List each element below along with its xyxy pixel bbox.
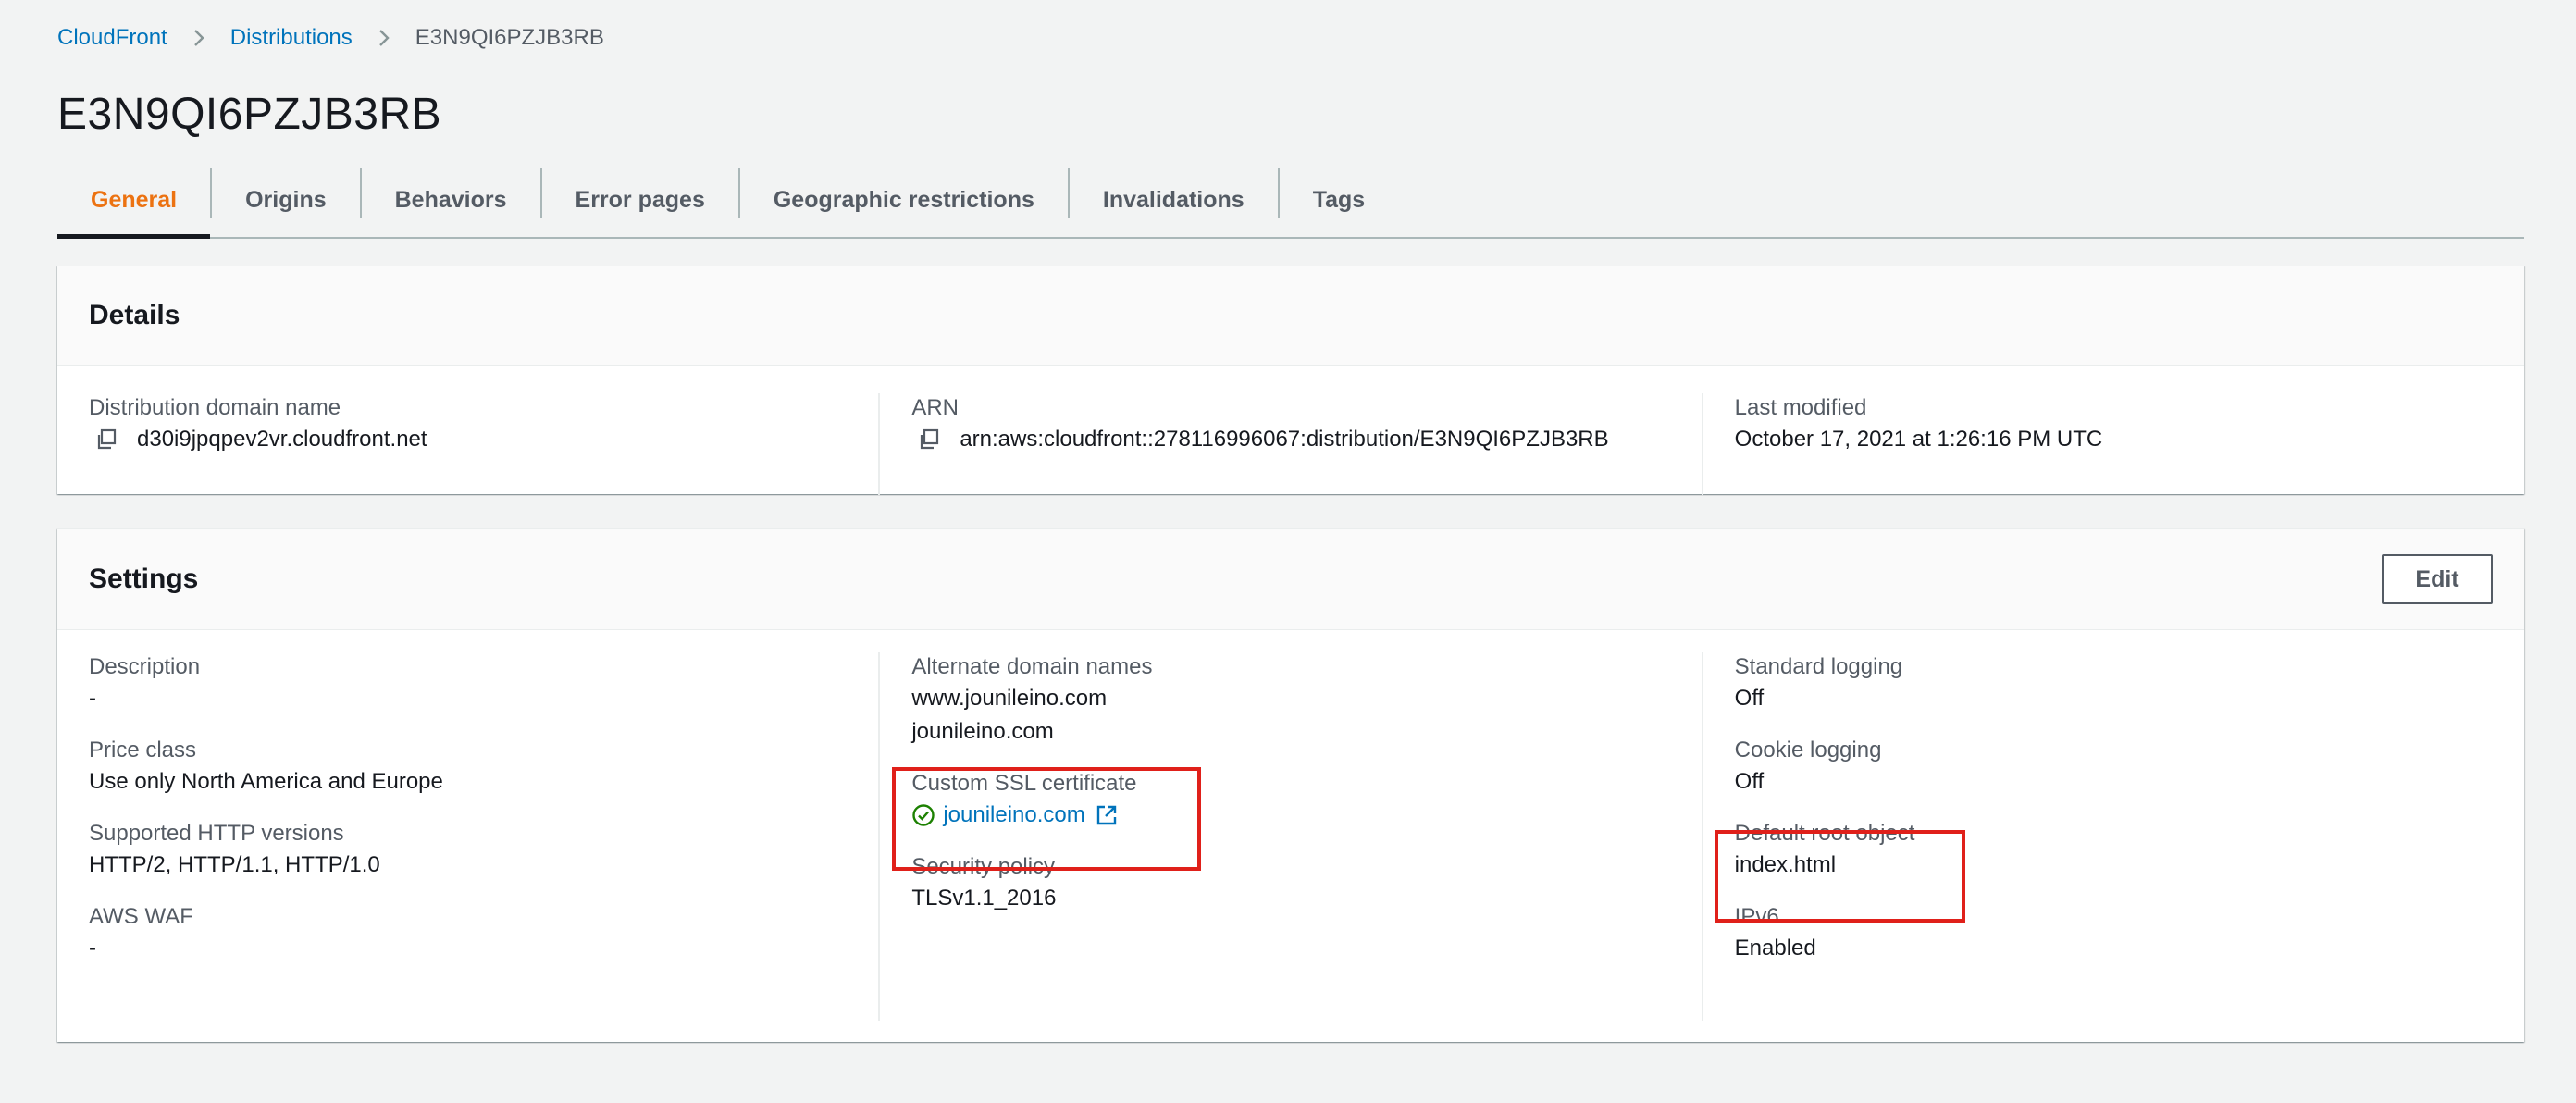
tab-invalidations[interactable]: Invalidations [1070,163,1278,237]
last-modified-label: Last modified [1734,395,1867,420]
arn-value: arn:aws:cloudfront::278116996067:distrib… [960,427,1609,452]
security-policy-value: TLSv1.1_2016 [911,886,1057,911]
http-versions-label: Supported HTTP versions [89,821,344,846]
details-header: Details [57,266,2524,366]
default-root-object-label: Default root object [1734,821,1915,846]
tab-error-pages[interactable]: Error pages [542,163,738,237]
tab-general[interactable]: General [57,163,211,239]
alternate-domain-item: www.jounileino.com [911,686,1108,711]
alternate-domain-item: jounileino.com [911,719,1054,744]
edit-button[interactable]: Edit [2382,554,2493,604]
settings-column-1: Description - Price class Use only North… [57,652,878,1021]
details-title: Details [89,300,180,330]
domain-name-value: d30i9jpqpev2vr.cloudfront.net [137,427,427,452]
ssl-certificate-link[interactable]: jounileino.com [943,799,1084,832]
cookie-logging-field: Cookie logging Off [1735,736,2493,799]
settings-column-2: Alternate domain names www.jounileino.co… [878,652,1701,1021]
ssl-certificate-field: Custom SSL certificate jounileino.com [911,769,1669,832]
price-class-label: Price class [89,737,197,762]
alternate-domains-label: Alternate domain names [911,654,1153,679]
security-policy-label: Security policy [911,854,1056,879]
check-circle-icon [912,804,935,826]
settings-body: Description - Price class Use only North… [57,630,2524,1021]
last-modified-value: October 17, 2021 at 1:26:16 PM UTC [1734,427,2103,452]
settings-header: Settings Edit [57,529,2524,630]
description-value: - [89,686,96,711]
description-label: Description [89,654,201,679]
details-column-domain: Distribution domain name d30i9jpqpev2vr.… [57,393,878,495]
external-link-icon[interactable] [1095,803,1119,827]
security-policy-field: Security policy TLSv1.1_2016 [911,852,1669,915]
chevron-right-icon [193,30,204,46]
details-column-modified: Last modified October 17, 2021 at 1:26:1… [1701,393,2524,495]
aws-waf-field: AWS WAF - [89,902,847,965]
ipv6-value: Enabled [1734,936,1816,960]
domain-name-value-row: d30i9jpqpev2vr.cloudfront.net [89,423,847,456]
price-class-field: Price class Use only North America and E… [89,736,847,799]
page-title: E3N9QI6PZJB3RB [57,90,442,139]
copy-icon[interactable] [917,428,941,452]
details-panel: Details Distribution domain name d30i9jp… [57,266,2524,495]
standard-logging-value: Off [1734,686,1765,711]
arn-label: ARN [911,395,959,420]
ssl-certificate-value-row: jounileino.com [911,799,1669,832]
settings-title: Settings [89,564,199,594]
breadcrumb-distributions-link[interactable]: Distributions [230,25,353,51]
tab-geographic-restrictions[interactable]: Geographic restrictions [740,163,1068,237]
alternate-domains-field: Alternate domain names www.jounileino.co… [911,652,1669,749]
alternate-domains-values: www.jounileino.com jounileino.com [911,682,1669,749]
details-column-arn: ARN arn:aws:cloudfront::278116996067:dis… [878,393,1701,495]
default-root-object-field: Default root object index.html [1735,819,2493,882]
settings-column-3: Standard logging Off Cookie logging Off … [1701,652,2524,1021]
breadcrumb-cloudfront-link[interactable]: CloudFront [57,25,167,51]
arn-value-row: arn:aws:cloudfront::278116996067:distrib… [911,423,1669,456]
price-class-value: Use only North America and Europe [89,769,443,794]
tab-bar: General Origins Behaviors Error pages Ge… [57,163,2524,239]
tab-tags[interactable]: Tags [1280,163,1399,237]
standard-logging-label: Standard logging [1734,654,1903,679]
cookie-logging-value: Off [1734,769,1765,794]
breadcrumb-current: E3N9QI6PZJB3RB [415,25,604,50]
ssl-certificate-label: Custom SSL certificate [911,771,1137,796]
breadcrumb: CloudFront Distributions E3N9QI6PZJB3RB [57,22,604,54]
cookie-logging-label: Cookie logging [1734,737,1882,762]
settings-panel: Settings Edit Description - Price class … [57,528,2524,1042]
default-root-object-value: index.html [1734,852,1837,877]
tab-behaviors[interactable]: Behaviors [362,163,540,237]
tab-origins[interactable]: Origins [212,163,360,237]
http-versions-field: Supported HTTP versions HTTP/2, HTTP/1.1… [89,819,847,882]
aws-waf-label: AWS WAF [89,904,193,929]
domain-name-label: Distribution domain name [89,395,341,420]
http-versions-value: HTTP/2, HTTP/1.1, HTTP/1.0 [89,852,380,877]
chevron-right-icon [378,30,390,46]
aws-waf-value: - [89,936,96,960]
ipv6-field: IPv6 Enabled [1735,902,2493,965]
ipv6-label: IPv6 [1734,904,1779,929]
description-field: Description - [89,652,847,715]
standard-logging-field: Standard logging Off [1735,652,2493,715]
details-body: Distribution domain name d30i9jpqpev2vr.… [57,366,2524,495]
copy-icon[interactable] [94,428,118,452]
